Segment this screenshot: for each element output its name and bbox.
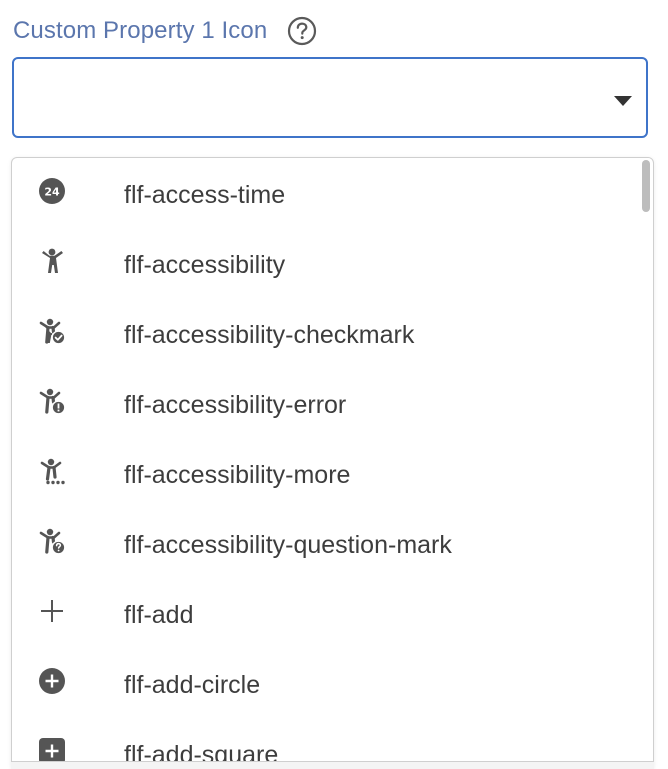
- accessibility-checkmark-icon: [38, 317, 68, 347]
- plus-icon: [38, 597, 68, 627]
- scrollbar-thumb[interactable]: [642, 160, 650, 212]
- option-label: flf-access-time: [124, 181, 286, 209]
- option-label: flf-add: [124, 601, 194, 629]
- option-label: flf-add-circle: [124, 671, 261, 699]
- listbox-scrollbar[interactable]: [640, 158, 652, 767]
- option-add-circle[interactable]: flf-add-circle: [12, 648, 640, 718]
- field-label-row: Custom Property 1 Icon: [13, 14, 317, 48]
- add-circle-icon: [38, 667, 68, 697]
- option-accessibility-error[interactable]: flf-accessibility-error: [12, 368, 640, 438]
- accessibility-question-mark-icon: [38, 527, 68, 557]
- option-label: flf-accessibility-question-mark: [124, 531, 452, 559]
- option-accessibility-more[interactable]: flf-accessibility-more: [12, 438, 640, 508]
- option-accessibility-question-mark[interactable]: flf-accessibility-question-mark: [12, 508, 640, 578]
- option-label: flf-accessibility-more: [124, 461, 351, 489]
- accessibility-icon: [38, 247, 68, 277]
- option-label: flf-accessibility-error: [124, 391, 347, 419]
- option-access-time[interactable]: 24 flf-access-time: [12, 158, 640, 228]
- options-listbox[interactable]: 24 flf-access-time flf-accessibility flf…: [11, 157, 654, 768]
- accessibility-more-icon: [38, 457, 68, 487]
- icon-select[interactable]: [12, 57, 648, 138]
- caret-down-icon[interactable]: [614, 96, 632, 106]
- option-add[interactable]: flf-add: [12, 578, 640, 648]
- option-label: flf-accessibility: [124, 251, 286, 279]
- access-time-24-icon: 24: [38, 177, 68, 207]
- option-accessibility-checkmark[interactable]: flf-accessibility-checkmark: [12, 298, 640, 368]
- question-circle-icon[interactable]: [287, 16, 317, 46]
- svg-text:24: 24: [44, 186, 60, 199]
- field-label: Custom Property 1 Icon: [13, 17, 268, 44]
- option-label: flf-accessibility-checkmark: [124, 321, 415, 349]
- option-accessibility[interactable]: flf-accessibility: [12, 228, 640, 298]
- accessibility-error-icon: [38, 387, 68, 417]
